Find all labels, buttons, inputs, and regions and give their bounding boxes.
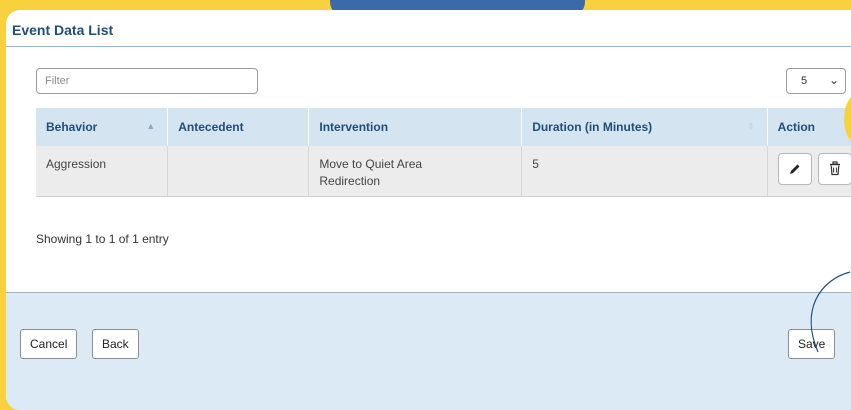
table-info: Showing 1 to 1 of 1 entry: [36, 232, 169, 246]
sort-asc-icon: ▲: [146, 121, 156, 131]
edit-button[interactable]: [777, 153, 812, 185]
sort-both-icon: ⇕: [747, 121, 755, 131]
column-label: Action: [777, 120, 815, 134]
trash-icon: [830, 161, 840, 176]
column-label: Duration (in Minutes): [532, 120, 653, 134]
intervention-item: Redirection: [319, 174, 381, 188]
column-header-duration[interactable]: Duration (in Minutes) ⇕: [521, 108, 768, 146]
event-data-panel: Event Data List 5 ⌄ Behavior ▲ Anteceden…: [6, 10, 851, 410]
column-header-action: Action: [767, 108, 851, 146]
delete-button[interactable]: [818, 153, 851, 185]
column-header-antecedent[interactable]: Antecedent: [167, 108, 310, 146]
cell-action: [767, 146, 851, 197]
filter-input[interactable]: [36, 68, 258, 94]
back-button[interactable]: Back: [92, 329, 139, 359]
table-row: Aggression Move to Quiet Area Redirectio…: [36, 146, 851, 197]
cell-intervention: Move to Quiet Area Redirection: [308, 146, 523, 197]
panel-title: Event Data List: [12, 22, 114, 38]
column-label: Behavior: [46, 120, 98, 134]
column-label: Intervention: [319, 120, 389, 134]
chevron-down-icon: ⌄: [829, 73, 840, 87]
title-divider: [6, 46, 851, 47]
page-size-value: 5: [801, 75, 808, 87]
footer-bar: Cancel Back Save: [6, 292, 851, 410]
intervention-item: Move to Quiet Area: [319, 157, 423, 171]
event-table: Behavior ▲ Antecedent Intervention Durat…: [36, 108, 851, 197]
cell-duration: 5: [521, 146, 768, 197]
decorative-swirl: [810, 271, 851, 353]
cancel-button[interactable]: Cancel: [20, 329, 78, 359]
table-header-row: Behavior ▲ Antecedent Intervention Durat…: [36, 108, 851, 146]
cell-behavior: Aggression: [36, 146, 169, 197]
pencil-icon: [789, 164, 800, 174]
cell-antecedent: [167, 146, 310, 197]
column-header-behavior[interactable]: Behavior ▲: [36, 108, 169, 146]
column-header-intervention[interactable]: Intervention: [308, 108, 523, 146]
column-label: Antecedent: [178, 120, 244, 134]
page-size-select[interactable]: 5 ⌄: [786, 68, 846, 94]
